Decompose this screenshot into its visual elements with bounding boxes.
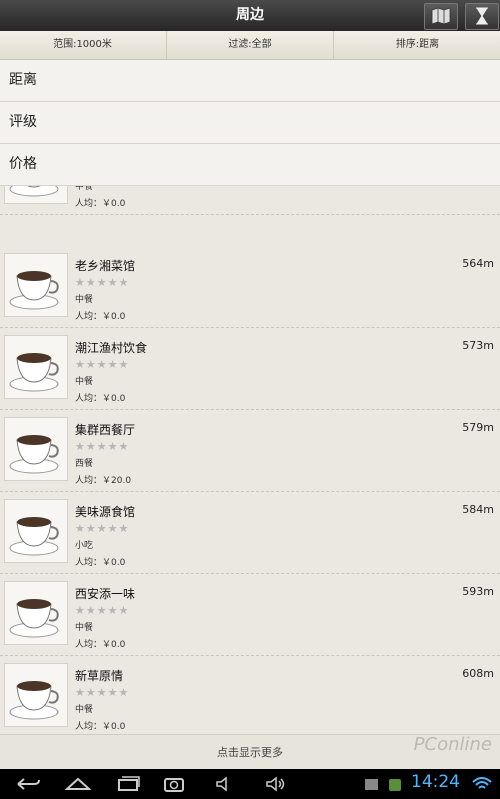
restaurant-price: 人均：￥0.0 [75,558,126,568]
restaurant-price: 人均：￥0.0 [75,640,126,650]
home-icon [64,777,92,790]
restaurant-price: 人均：￥0.0 [75,722,126,732]
restaurant-name: 美味源食馆 [75,505,136,519]
coffee-cup-icon [4,253,68,317]
restaurant-price: 人均：￥0.0 [75,312,126,322]
coffee-cup-icon [4,186,68,204]
volume-up-icon [266,776,285,792]
restaurant-name: 潮江渔村饮食 [75,341,148,355]
camera-icon [164,778,184,792]
back-icon [17,778,40,790]
list-item[interactable]: 潮江渔村饮食 ★★★★★ 中餐 人均：￥0.0 573m [0,329,500,410]
system-nav-bar: 14:24 [0,769,500,799]
filter-bar: 范围:1000米 过滤:全部 排序:距离 [0,31,500,60]
status-clock: 14:24 [411,772,460,792]
sort-option-rating[interactable]: 评级 [0,102,500,144]
coffee-cup-icon [4,499,68,563]
restaurant-price: 人均：￥0.0 [75,199,126,209]
restaurant-category: 中餐 [75,295,94,305]
home-button[interactable] [64,774,94,794]
coffee-cup-icon [4,335,68,399]
restaurant-distance: 579m [462,421,494,434]
wifi-icon [470,774,500,794]
sort-option-distance[interactable]: 距离 [0,60,500,102]
restaurant-name: 老乡湘菜馆 [75,259,136,273]
rating-stars: ★★★★★ [75,604,130,617]
restaurant-distance: 584m [462,503,494,516]
volume-down-icon [216,776,227,792]
watermark: PConline [413,734,492,755]
sort-option-price[interactable]: 价格 [0,144,500,186]
rating-stars: ★★★★★ [75,440,130,453]
recent-apps-icon [118,776,140,791]
volume-down-button[interactable] [212,774,242,794]
category-filter[interactable]: 过滤:全部 [166,31,333,59]
restaurant-name: 新草原情 [75,669,124,683]
restaurant-distance: 593m [462,585,494,598]
coffee-cup-icon [4,663,68,727]
restaurant-list: ★★★★★ 中餐 人均：￥0.0 老乡湘菜馆 ★★★★★ 中餐 人均：￥0.0 … [0,186,500,769]
list-item[interactable]: 美味源食馆 ★★★★★ 小吃 人均：￥0.0 584m [0,493,500,574]
restaurant-category: 小吃 [75,541,94,551]
restaurant-category: 中餐 [75,186,94,192]
sort-filter[interactable]: 排序:距离 [333,31,500,59]
restaurant-category: 中餐 [75,705,94,715]
restaurant-category: 西餐 [75,459,94,469]
list-item[interactable]: 老乡湘菜馆 ★★★★★ 中餐 人均：￥0.0 564m [0,247,500,328]
coffee-cup-icon [4,417,68,481]
coffee-cup-icon [4,581,68,645]
history-button[interactable] [465,3,499,30]
list-item[interactable]: 集群西餐厅 ★★★★★ 西餐 人均：￥20.0 579m [0,411,500,492]
restaurant-distance: 564m [462,257,494,270]
restaurant-category: 中餐 [75,623,94,633]
restaurant-name: 西安添一味 [75,587,136,601]
restaurant-name: 集群西餐厅 [75,423,136,437]
restaurant-category: 中餐 [75,377,94,387]
hourglass-icon [476,7,488,25]
recent-apps-button[interactable] [114,774,144,794]
back-button[interactable] [14,774,44,794]
rating-stars: ★★★★★ [75,276,130,289]
screenshot-button[interactable] [160,774,190,794]
map-icon [431,7,451,25]
restaurant-price: 人均：￥20.0 [75,476,132,486]
list-item[interactable]: 西安添一味 ★★★★★ 中餐 人均：￥0.0 593m [0,575,500,656]
rating-stars: ★★★★★ [75,522,130,535]
sort-dropdown: 距离 评级 价格 [0,60,500,186]
volume-up-button[interactable] [262,774,292,794]
restaurant-distance: 608m [462,667,494,680]
map-view-button[interactable] [424,3,458,30]
list-item[interactable]: ★★★★★ 中餐 人均：￥0.0 [0,186,500,215]
restaurant-distance: 573m [462,339,494,352]
list-item[interactable]: 新草原情 ★★★★★ 中餐 人均：￥0.0 608m [0,657,500,738]
rating-stars: ★★★★★ [75,686,130,699]
restaurant-price: 人均：￥0.0 [75,394,126,404]
range-filter[interactable]: 范围:1000米 [0,31,165,59]
rating-stars: ★★★★★ [75,358,130,371]
title-bar: 周边 [0,0,500,31]
